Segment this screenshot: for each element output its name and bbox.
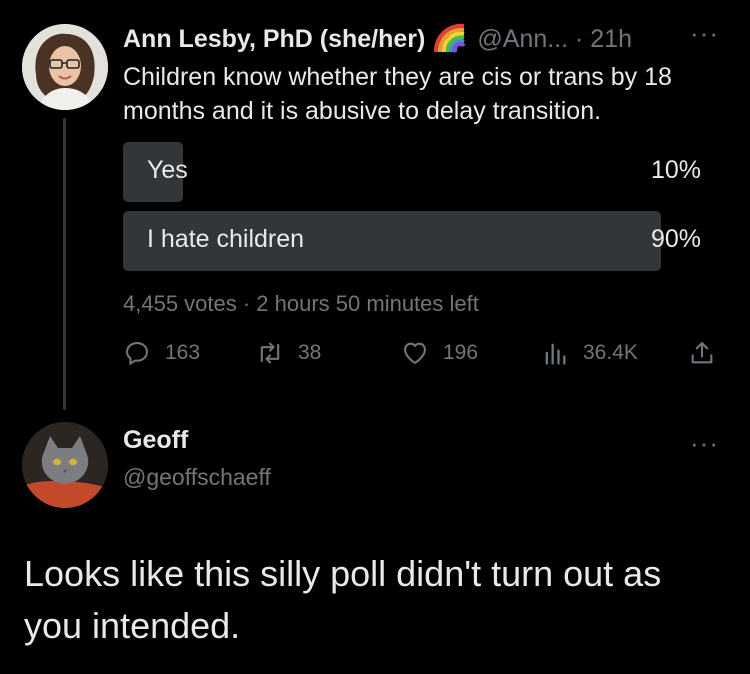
tweet-text: Children know whether they are cis or tr… (123, 63, 672, 125)
rainbow-icon (434, 23, 466, 54)
poll-meta: 4,455 votes · 2 hours 50 minutes left (123, 291, 479, 316)
retweet-count: 38 (298, 341, 322, 364)
reply-count: 163 (165, 341, 201, 364)
poll-option[interactable]: Yes 10% (123, 142, 721, 202)
like-count: 196 (443, 341, 479, 364)
share-button[interactable] (688, 336, 730, 370)
share-icon (691, 342, 713, 364)
view-count: 36.4K (583, 341, 638, 364)
tweet-header: Ann Lesby, PhD (she/her) @Ann... · 21h (123, 22, 632, 56)
poll-option[interactable]: I hate children 90% (123, 211, 721, 271)
reply-tweet[interactable]: Geoff @geoffschaeff ··· Looks like this … (0, 420, 750, 674)
tweet-actions: 163 38 196 36.4K (123, 336, 723, 370)
more-options-icon[interactable]: ··· (690, 18, 719, 49)
retweet-button[interactable]: 38 (256, 336, 321, 370)
reply-author-handle[interactable]: @geoffschaeff (123, 464, 271, 491)
author-handle-time[interactable]: @Ann... · 21h (477, 25, 632, 54)
author-name[interactable]: Ann Lesby, PhD (she/her) (123, 25, 425, 54)
heart-icon (404, 342, 426, 364)
reply-author-name[interactable]: Geoff (123, 426, 188, 455)
thread-connector-line (63, 118, 66, 410)
poll-option-label: I hate children (147, 225, 305, 253)
reply-author-avatar[interactable] (22, 422, 108, 508)
views-button[interactable]: 36.4K (541, 336, 638, 370)
reply-text: Looks like this silly poll didn't turn o… (24, 553, 662, 646)
more-options-icon[interactable]: ··· (690, 428, 719, 459)
author-avatar[interactable] (22, 24, 108, 110)
poll-option-percent: 90% (650, 225, 701, 253)
like-button[interactable]: 196 (401, 336, 478, 370)
poll-option-percent: 10% (650, 156, 701, 184)
poll-option-label: Yes (147, 156, 188, 184)
reply-button[interactable]: 163 (123, 336, 200, 370)
original-tweet[interactable]: Ann Lesby, PhD (she/her) @Ann... · 21h ·… (0, 0, 750, 420)
retweet-icon (260, 342, 280, 364)
views-icon (545, 343, 566, 365)
reply-icon (126, 342, 148, 366)
